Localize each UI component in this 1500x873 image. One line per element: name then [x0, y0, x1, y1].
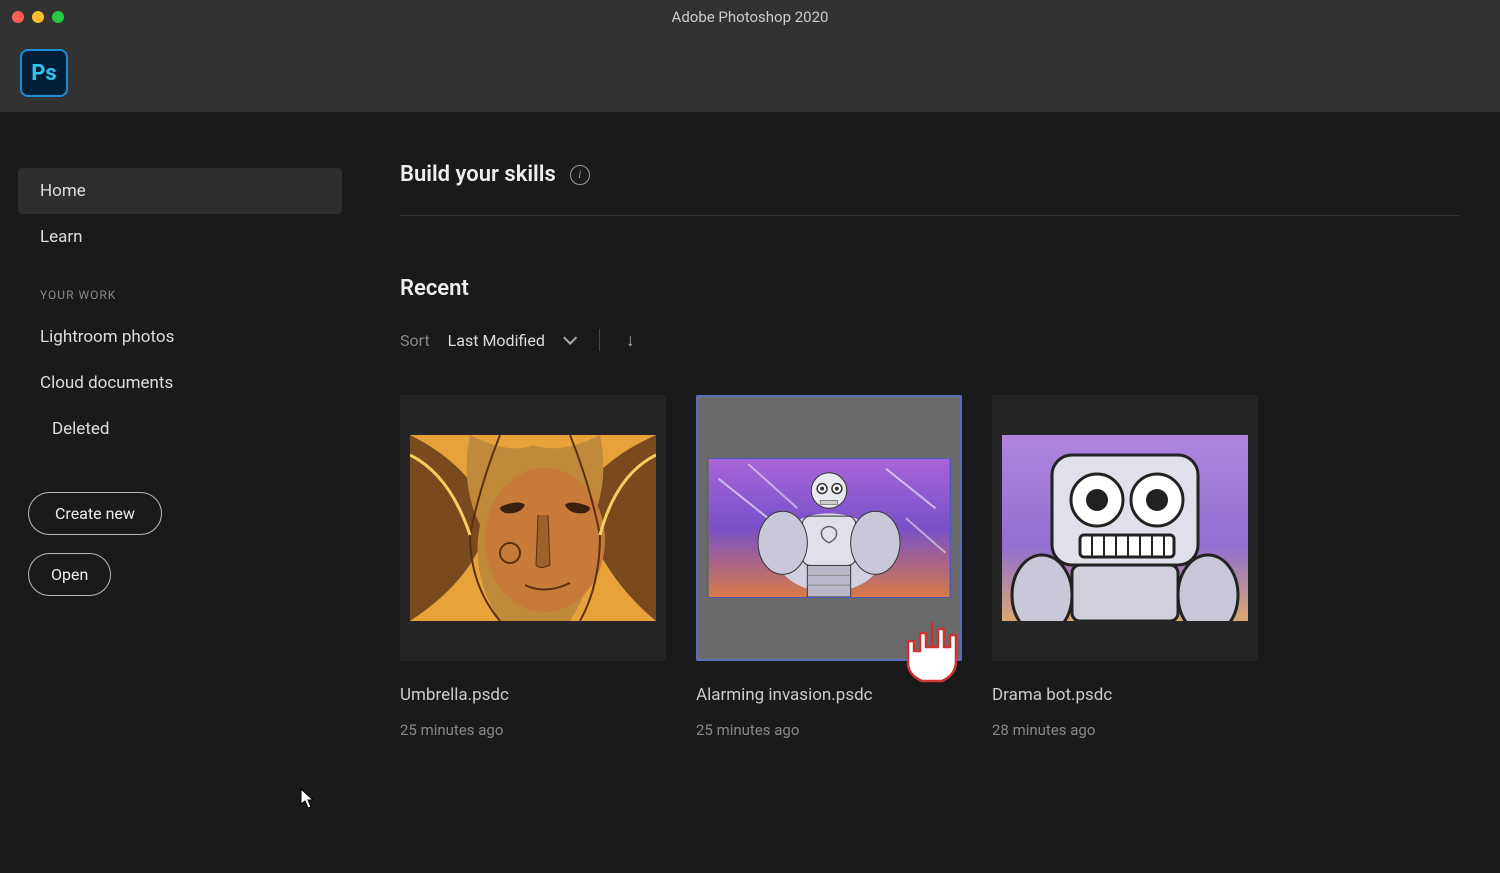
file-time: 25 minutes ago [696, 721, 962, 739]
minimize-window-button[interactable] [32, 11, 44, 23]
window-title: Adobe Photoshop 2020 [672, 8, 829, 26]
file-name: Drama bot.psdc [992, 685, 1258, 705]
info-icon[interactable]: i [570, 165, 590, 185]
chevron-down-icon[interactable] [563, 331, 577, 345]
sidebar-buttons: Create new Open [18, 492, 342, 596]
sidebar-item-cloud-documents[interactable]: Cloud documents [18, 360, 342, 406]
sort-dropdown[interactable]: Last Modified [448, 331, 545, 350]
sidebar-item-label: Deleted [52, 419, 109, 439]
thumbnail-drama-bot [1002, 435, 1248, 621]
sidebar-item-label: Cloud documents [40, 373, 173, 393]
thumbnail-umbrella [410, 435, 656, 621]
main-area: Home Learn YOUR WORK Lightroom photos Cl… [0, 112, 1500, 873]
traffic-lights [0, 11, 64, 23]
file-name: Alarming invasion.psdc [696, 685, 962, 705]
photoshop-logo-icon[interactable]: Ps [20, 49, 68, 97]
build-skills-title: Build your skills [400, 162, 556, 187]
toolbar: Ps [0, 34, 1500, 112]
sidebar: Home Learn YOUR WORK Lightroom photos Cl… [0, 112, 360, 873]
hand-cursor-icon [904, 615, 964, 687]
sidebar-item-learn[interactable]: Learn [18, 214, 342, 260]
titlebar: Adobe Photoshop 2020 [0, 0, 1500, 34]
sidebar-item-home[interactable]: Home [18, 168, 342, 214]
close-window-button[interactable] [12, 11, 24, 23]
sidebar-item-label: Home [40, 181, 86, 201]
content-area: Build your skills i Recent Sort Last Mod… [360, 112, 1500, 873]
build-skills-header: Build your skills i [400, 162, 1460, 216]
thumbnail-alarming-invasion [707, 458, 951, 598]
sidebar-item-label: Lightroom photos [40, 327, 174, 347]
open-button[interactable]: Open [28, 553, 111, 596]
sidebar-item-label: Learn [40, 227, 83, 247]
recent-file-card[interactable]: Alarming invasion.psdc 25 minutes ago [696, 395, 962, 739]
recent-file-card[interactable]: Drama bot.psdc 28 minutes ago [992, 395, 1258, 739]
thumbnail-wrapper [696, 395, 962, 661]
sidebar-item-deleted[interactable]: Deleted [18, 406, 342, 452]
sort-label: Sort [400, 331, 430, 350]
sidebar-section-label: YOUR WORK [18, 276, 342, 314]
divider [599, 329, 600, 351]
thumbnail-wrapper [992, 395, 1258, 661]
file-time: 28 minutes ago [992, 721, 1258, 739]
maximize-window-button[interactable] [52, 11, 64, 23]
recent-title: Recent [400, 276, 1460, 301]
recent-cards: Umbrella.psdc 25 minutes ago [400, 395, 1460, 739]
sort-value-text: Last Modified [448, 331, 545, 350]
file-time: 25 minutes ago [400, 721, 666, 739]
sidebar-item-lightroom-photos[interactable]: Lightroom photos [18, 314, 342, 360]
thumbnail-wrapper [400, 395, 666, 661]
arrow-cursor-icon [300, 788, 316, 810]
recent-file-card[interactable]: Umbrella.psdc 25 minutes ago [400, 395, 666, 739]
logo-text: Ps [31, 61, 56, 86]
sort-controls: Sort Last Modified ↓ [400, 329, 1460, 351]
sort-direction-icon[interactable]: ↓ [626, 330, 635, 351]
create-new-button[interactable]: Create new [28, 492, 162, 535]
file-name: Umbrella.psdc [400, 685, 666, 705]
